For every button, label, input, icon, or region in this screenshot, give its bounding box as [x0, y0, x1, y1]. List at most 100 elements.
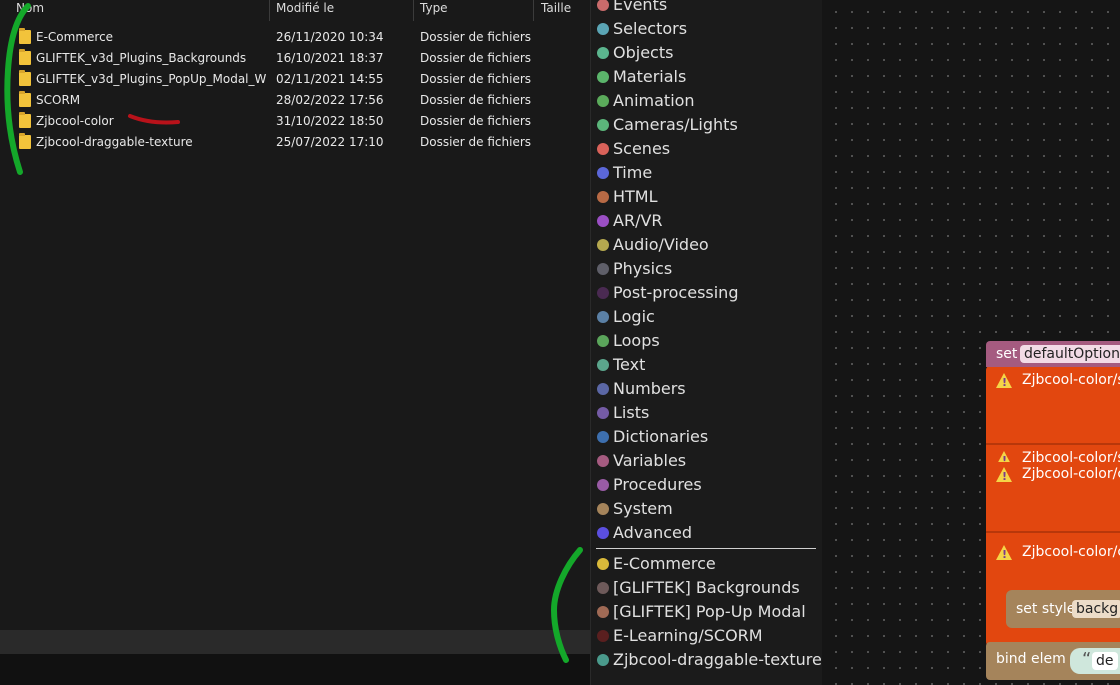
warning-icon[interactable]: ! — [996, 545, 1012, 561]
plugin-category-zjbcool-draggable-texture[interactable]: Zjbcool-draggable-texture — [597, 649, 822, 673]
plugin-category-e-commerce[interactable]: E-Commerce — [597, 553, 821, 577]
file-type: Dossier de fichiers — [420, 114, 532, 128]
category-materials[interactable]: Materials — [597, 66, 821, 90]
category-label: Audio/Video — [613, 235, 709, 254]
file-name: GLIFTEK_v3d_Plugins_Backgrounds — [36, 51, 247, 65]
plugin-category-gliftek-backgrounds[interactable]: [GLIFTEK] Backgrounds — [597, 577, 821, 601]
column-name[interactable]: Nom — [16, 1, 44, 15]
file-row[interactable]: SCORM 28/02/2022 17:56 Dossier de fichie… — [0, 91, 590, 112]
text-value[interactable]: de — [1092, 652, 1118, 670]
column-divider[interactable] — [413, 0, 414, 21]
file-name: SCORM — [36, 93, 81, 107]
warning-icon[interactable]: ! — [996, 467, 1012, 483]
file-row[interactable]: GLIFTEK_v3d_Plugins_Backgrounds 16/10/20… — [0, 49, 590, 70]
category-color-dot — [597, 167, 609, 179]
folder-icon — [19, 112, 31, 128]
bind-elem-keyword: bind elem — [996, 651, 1066, 667]
category-html[interactable]: HTML — [597, 186, 821, 210]
category-label: Scenes — [613, 139, 671, 158]
category-post-processing[interactable]: Post-processing — [597, 282, 821, 306]
column-size[interactable]: Taille — [541, 1, 571, 15]
file-row[interactable]: GLIFTEK_v3d_Plugins_PopUp_Modal_Win... 0… — [0, 70, 590, 91]
category-color-dot — [597, 654, 609, 666]
file-modified: 02/11/2021 14:55 — [276, 72, 384, 86]
category-color-dot — [597, 431, 609, 443]
file-row[interactable]: Zjbcool-draggable-texture 25/07/2022 17:… — [0, 133, 590, 154]
category-label: E-Commerce — [613, 554, 716, 573]
category-variables[interactable]: Variables — [597, 450, 821, 474]
category-color-dot — [597, 23, 609, 35]
category-color-dot — [597, 215, 609, 227]
set-keyword: set — [996, 346, 1018, 362]
category-numbers[interactable]: Numbers — [597, 378, 821, 402]
file-type: Dossier de fichiers — [420, 135, 532, 149]
block-divider — [986, 531, 1120, 533]
category-color-dot — [597, 527, 609, 539]
file-modified: 26/11/2020 10:34 — [276, 30, 384, 44]
category-color-dot — [597, 383, 609, 395]
category-objects[interactable]: Objects — [597, 42, 821, 66]
folder-icon — [19, 91, 31, 107]
missing-block-label: Zjbcool-color/c — [1022, 544, 1120, 560]
category-label: Cameras/Lights — [613, 115, 738, 134]
style-property-dropdown[interactable]: backg — [1072, 600, 1120, 618]
file-row[interactable]: E-Commerce 26/11/2020 10:34 Dossier de f… — [0, 28, 590, 49]
category-color-dot — [597, 47, 609, 59]
category-procedures[interactable]: Procedures — [597, 474, 821, 498]
folder-icon — [19, 70, 31, 86]
set-variable-block[interactable]: set defaultOptions — [986, 341, 1120, 367]
category-label: Materials — [613, 67, 687, 86]
horizontal-scrollbar[interactable] — [0, 630, 590, 654]
category-label: Time — [613, 163, 653, 182]
category-advanced[interactable]: Advanced — [597, 522, 821, 546]
category-time[interactable]: Time — [597, 162, 821, 186]
category-color-dot — [597, 311, 609, 323]
category-label: Numbers — [613, 379, 686, 398]
category-label: Loops — [613, 331, 660, 350]
blocks-toolbox: Events Selectors Objects Materials Anima… — [590, 0, 822, 685]
category-label: [GLIFTEK] Pop-Up Modal — [613, 602, 806, 621]
warning-icon[interactable]: ! — [996, 373, 1012, 389]
category-physics[interactable]: Physics — [597, 258, 821, 282]
bind-elem-block[interactable]: bind elem “ de — [986, 642, 1120, 680]
set-style-block[interactable]: set style backg — [1006, 590, 1120, 628]
category-animation[interactable]: Animation — [597, 90, 821, 114]
category-color-dot — [597, 0, 609, 11]
file-row[interactable]: Zjbcool-color 31/10/2022 18:50 Dossier d… — [0, 112, 590, 133]
category-dictionaries[interactable]: Dictionaries — [597, 426, 821, 450]
category-events[interactable]: Events — [597, 0, 821, 18]
category-ar-vr[interactable]: AR/VR — [597, 210, 821, 234]
category-scenes[interactable]: Scenes — [597, 138, 821, 162]
category-cameras-lights[interactable]: Cameras/Lights — [597, 114, 821, 138]
plugin-category-e-learning-scorm[interactable]: E-Learning/SCORM — [597, 625, 821, 649]
column-type[interactable]: Type — [420, 1, 448, 15]
category-color-dot — [597, 191, 609, 203]
category-label: E-Learning/SCORM — [613, 626, 763, 645]
category-label: Lists — [613, 403, 650, 422]
category-label: Events — [613, 0, 668, 14]
category-color-dot — [597, 359, 609, 371]
file-name: E-Commerce — [36, 30, 114, 44]
column-modified[interactable]: Modifié le — [276, 1, 334, 15]
category-system[interactable]: System — [597, 498, 821, 522]
category-label: Zjbcool-draggable-texture — [613, 650, 822, 669]
variable-dropdown[interactable]: defaultOptions — [1020, 345, 1120, 363]
category-color-dot — [597, 606, 609, 618]
file-type: Dossier de fichiers — [420, 51, 532, 65]
blocks-workspace[interactable]: set defaultOptions ! Zjbcool-color/s ! Z… — [822, 0, 1120, 685]
category-audio-video[interactable]: Audio/Video — [597, 234, 821, 258]
category-text[interactable]: Text — [597, 354, 821, 378]
category-lists[interactable]: Lists — [597, 402, 821, 426]
category-loops[interactable]: Loops — [597, 330, 821, 354]
file-modified: 25/07/2022 17:10 — [276, 135, 384, 149]
column-divider[interactable] — [269, 0, 270, 21]
category-logic[interactable]: Logic — [597, 306, 821, 330]
file-type: Dossier de fichiers — [420, 30, 532, 44]
plugin-category-gliftek-popup-modal[interactable]: [GLIFTEK] Pop-Up Modal — [597, 601, 821, 625]
text-input-block[interactable]: “ de — [1070, 648, 1120, 674]
category-color-dot — [597, 582, 609, 594]
category-color-dot — [597, 558, 609, 570]
category-label: Text — [613, 355, 646, 374]
category-selectors[interactable]: Selectors — [597, 18, 821, 42]
column-divider[interactable] — [533, 0, 534, 21]
